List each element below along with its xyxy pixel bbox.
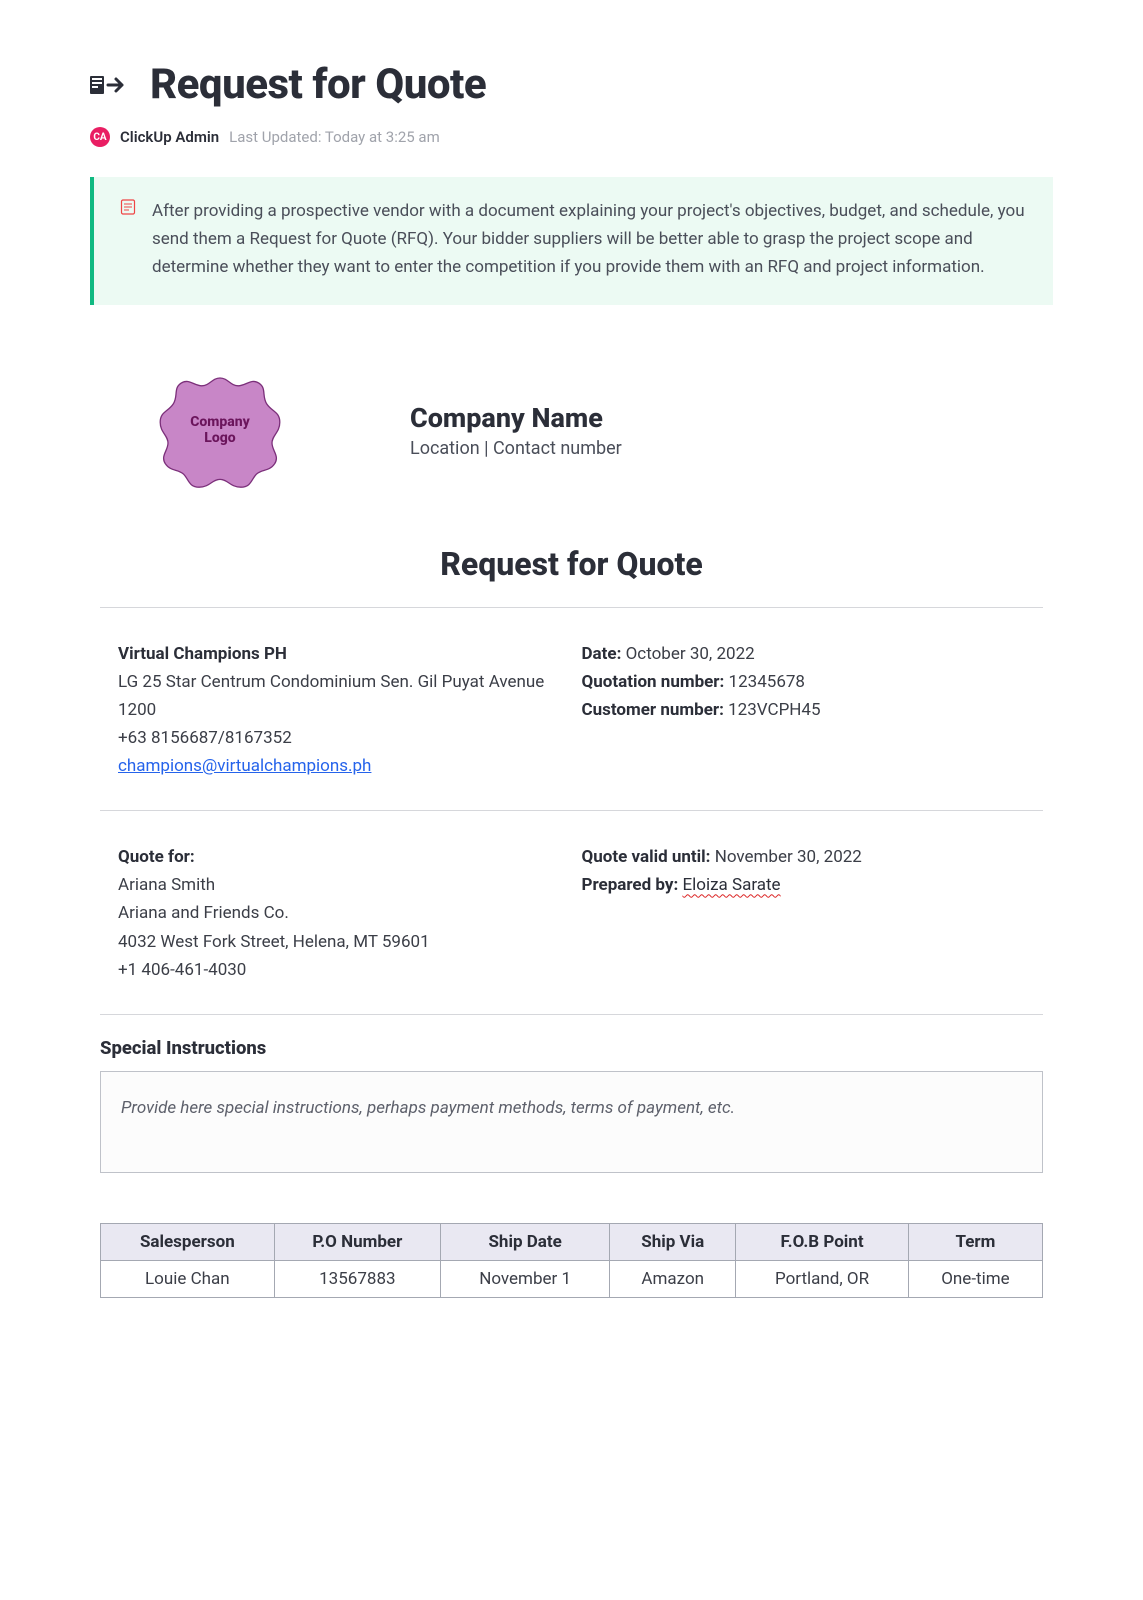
company-name: Company Name [410,402,1053,434]
vendor-email[interactable]: champions@virtualchampions.ph [118,756,371,776]
th-po-number: P.O Number [274,1223,440,1260]
prepared-by-label: Prepared by: [582,875,679,895]
author-avatar: CA [90,127,110,147]
td-ship-via: Amazon [610,1260,736,1297]
callout-text: After providing a prospective vendor wit… [152,197,1027,281]
quote-for-company: Ariana and Friends Co. [118,899,562,927]
vendor-meta-row: Virtual Champions PH LG 25 Star Centrum … [90,608,1053,810]
table-row: Louie Chan 13567883 November 1 Amazon Po… [101,1260,1043,1297]
quote-for-row: Quote for: Ariana Smith Ariana and Frien… [90,811,1053,1013]
td-ship-date: November 1 [441,1260,610,1297]
quote-meta: Date: October 30, 2022 Quotation number:… [582,640,1026,780]
customer-label: Customer number: [582,700,724,720]
callout-icon [120,197,138,281]
special-instructions-heading: Special Instructions [90,1015,1053,1071]
th-fob-point: F.O.B Point [736,1223,909,1260]
td-term: One-time [908,1260,1042,1297]
td-salesperson: Louie Chan [101,1260,275,1297]
table-header-row: Salesperson P.O Number Ship Date Ship Vi… [101,1223,1043,1260]
th-ship-via: Ship Via [610,1223,736,1260]
td-po-number: 13567883 [274,1260,440,1297]
logo-line2: Logo [204,430,235,446]
quote-for-address: 4032 West Fork Street, Helena, MT 59601 [118,928,562,956]
quote-for-name: Ariana Smith [118,871,562,899]
th-term: Term [908,1223,1042,1260]
vendor-company: Virtual Champions PH [118,644,287,664]
author-meta: CA ClickUp Admin Last Updated: Today at … [90,127,1053,147]
company-logo: Company Logo [155,365,285,495]
quote-for-info: Quote for: Ariana Smith Ariana and Frien… [118,843,562,983]
quote-for-label: Quote for: [118,847,195,867]
quotation-label: Quotation number: [582,672,725,692]
vendor-info: Virtual Champions PH LG 25 Star Centrum … [118,640,562,780]
valid-until-value: November 30, 2022 [715,847,862,867]
prepared-by-value: Eloiza Sarate [682,875,780,895]
vendor-phone: +63 8156687/8167352 [118,724,562,752]
quote-for-phone: +1 406-461-4030 [118,956,562,984]
author-name: ClickUp Admin [120,128,219,146]
date-label: Date: [582,644,622,664]
special-instructions-box[interactable]: Provide here special instructions, perha… [100,1071,1043,1173]
valid-until-label: Quote valid until: [582,847,711,867]
document-header: Request for Quote [90,60,1053,109]
shipping-table: Salesperson P.O Number Ship Date Ship Vi… [100,1223,1043,1298]
last-updated: Last Updated: Today at 3:25 am [229,128,440,146]
logo-line1: Company [190,414,250,430]
date-value: October 30, 2022 [626,644,755,664]
page-title: Request for Quote [150,60,486,109]
th-salesperson: Salesperson [101,1223,275,1260]
info-callout: After providing a prospective vendor wit… [90,177,1053,305]
validity-info: Quote valid until: November 30, 2022 Pre… [582,843,1026,983]
company-header: Company Logo Company Name Location | Con… [90,365,1053,495]
vendor-address: LG 25 Star Centrum Condominium Sen. Gil … [118,668,562,724]
document-icon [90,72,132,98]
company-subtitle: Location | Contact number [410,438,1053,459]
td-fob-point: Portland, OR [736,1260,909,1297]
customer-value: 123VCPH45 [728,700,820,720]
th-ship-date: Ship Date [441,1223,610,1260]
quotation-value: 12345678 [729,672,805,692]
section-title: Request for Quote [90,545,1053,583]
